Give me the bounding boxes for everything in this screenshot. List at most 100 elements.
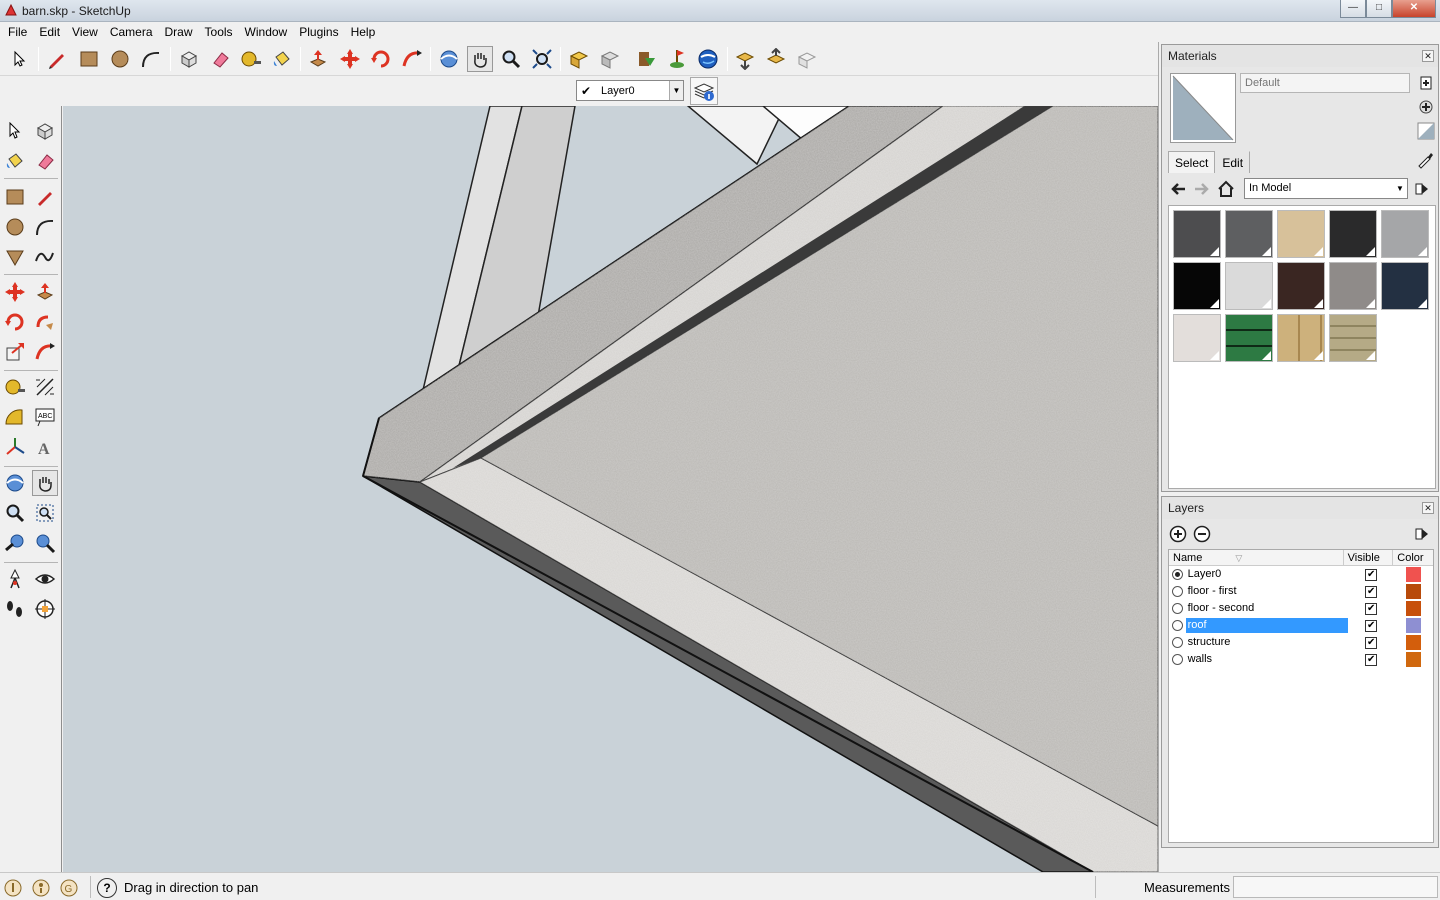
visible-checkbox[interactable]: ✔ [1365,568,1378,581]
make-component-icon[interactable] [32,118,58,144]
move-tool-icon[interactable] [337,46,363,72]
layer-color-swatch[interactable] [1406,584,1422,599]
active-layer-radio[interactable] [1171,654,1183,665]
material-swatch-pale-gray[interactable] [1225,262,1273,310]
zoom-extents-icon[interactable] [529,46,555,72]
material-swatch-stone-bricks[interactable] [1329,314,1377,362]
polygon-tool-icon[interactable] [2,244,28,270]
active-layer-radio[interactable] [1171,637,1183,648]
material-swatch-navy[interactable] [1381,262,1429,310]
visible-checkbox[interactable]: ✔ [1365,636,1378,649]
layer-name[interactable]: Layer0 [1186,567,1349,582]
add-location-icon[interactable] [664,46,690,72]
material-name-field[interactable] [1240,73,1410,93]
get-models-icon[interactable] [566,46,592,72]
eraser-icon[interactable] [32,148,58,174]
tab-select[interactable]: Select [1168,151,1216,173]
close-icon[interactable]: ✕ [1422,50,1434,62]
push-pull-icon[interactable] [32,279,58,305]
look-around-icon[interactable] [32,566,58,592]
make-component-icon[interactable] [176,46,202,72]
pan-hand-icon[interactable] [467,46,493,72]
forward-arrow-icon[interactable] [1192,179,1212,199]
material-swatch-charcoal[interactable] [1329,210,1377,258]
menu-edit[interactable]: Edit [33,22,66,42]
back-arrow-icon[interactable] [1168,179,1188,199]
active-layer-radio[interactable] [1171,586,1183,597]
layer-row[interactable]: structure ✔ [1169,634,1433,651]
credits-icon[interactable] [32,879,50,897]
layer-name[interactable]: floor - second [1186,601,1349,616]
layer-color-swatch[interactable] [1406,635,1422,650]
help-icon[interactable]: ? [97,878,117,898]
material-swatch-tan[interactable] [1277,210,1325,258]
share-component-icon[interactable] [633,46,659,72]
layer-color-swatch[interactable] [1406,652,1422,667]
display-secondary-icon[interactable] [1416,73,1436,93]
rectangle-tool-icon[interactable] [76,46,102,72]
walk-footprints-icon[interactable] [2,596,28,622]
header-color[interactable]: Color [1393,550,1433,565]
section-plane-icon[interactable] [32,596,58,622]
protractor-icon[interactable] [2,404,28,430]
menu-plugins[interactable]: Plugins [293,22,344,42]
chevron-down-icon[interactable]: ▼ [1393,179,1407,198]
measurements-input[interactable] [1233,876,1438,898]
text-tool-icon[interactable]: ABC [32,404,58,430]
rotate-tool-icon[interactable] [368,46,394,72]
create-material-icon[interactable] [1416,97,1436,117]
layer-row[interactable]: Layer0 ✔ [1169,566,1433,583]
axes-tool-icon[interactable] [2,434,28,460]
add-layer-icon[interactable] [1168,524,1188,544]
dimension-tool-icon[interactable] [32,374,58,400]
menu-tools[interactable]: Tools [199,22,239,42]
zoom-window-icon[interactable] [32,500,58,526]
paint-bucket-icon[interactable] [2,148,28,174]
3d-text-icon[interactable]: A [32,434,58,460]
menu-file[interactable]: File [2,22,33,42]
active-layer-radio[interactable] [1171,603,1183,614]
layer-row[interactable]: roof ✔ [1169,617,1433,634]
zoom-icon[interactable] [2,500,28,526]
layer-name[interactable]: structure [1186,635,1349,650]
layer-color-swatch[interactable] [1406,567,1422,582]
visible-checkbox[interactable]: ✔ [1365,585,1378,598]
arc-tool-icon[interactable] [138,46,164,72]
tab-edit[interactable]: Edit [1215,151,1251,173]
visible-checkbox[interactable]: ✔ [1365,619,1378,632]
close-icon[interactable]: ✕ [1422,502,1434,514]
freehand-tool-icon[interactable] [32,244,58,270]
select-tool-icon[interactable] [6,46,32,72]
circle-tool-icon[interactable] [107,46,133,72]
layer-color-swatch[interactable] [1406,618,1422,633]
orbit-icon[interactable] [2,470,28,496]
layer-name[interactable]: walls [1186,652,1349,667]
active-layer-radio[interactable] [1171,569,1183,580]
delete-layer-icon[interactable] [1192,524,1212,544]
menu-window[interactable]: Window [239,22,294,42]
scale-tool-icon[interactable] [2,339,28,365]
layer-dropdown[interactable]: ✔ Layer0 ▼ [576,80,684,101]
download-model-icon[interactable] [732,46,758,72]
material-swatch-stucco[interactable] [1173,314,1221,362]
material-swatch-gray[interactable] [1225,210,1273,258]
geo-location-icon[interactable] [4,879,22,897]
details-arrow-icon[interactable] [1412,524,1432,544]
header-visible[interactable]: Visible [1344,550,1394,565]
follow-me-icon[interactable] [32,309,58,335]
upload-model-icon[interactable] [763,46,789,72]
follow-me-icon[interactable] [399,46,425,72]
pencil-line-icon[interactable] [44,46,70,72]
circle-tool-icon[interactable] [2,214,28,240]
3d-viewport[interactable] [63,106,1158,872]
visible-checkbox[interactable]: ✔ [1365,602,1378,615]
sign-in-icon[interactable]: G [60,879,78,897]
zoom-icon[interactable] [498,46,524,72]
default-material-icon[interactable] [1416,121,1436,141]
layer-row[interactable]: floor - first ✔ [1169,583,1433,600]
material-swatch-dark-brown[interactable] [1277,262,1325,310]
layer-row[interactable]: walls ✔ [1169,651,1433,668]
visible-checkbox[interactable]: ✔ [1365,653,1378,666]
material-swatch-green-siding[interactable] [1225,314,1273,362]
active-layer-radio[interactable] [1171,620,1183,631]
